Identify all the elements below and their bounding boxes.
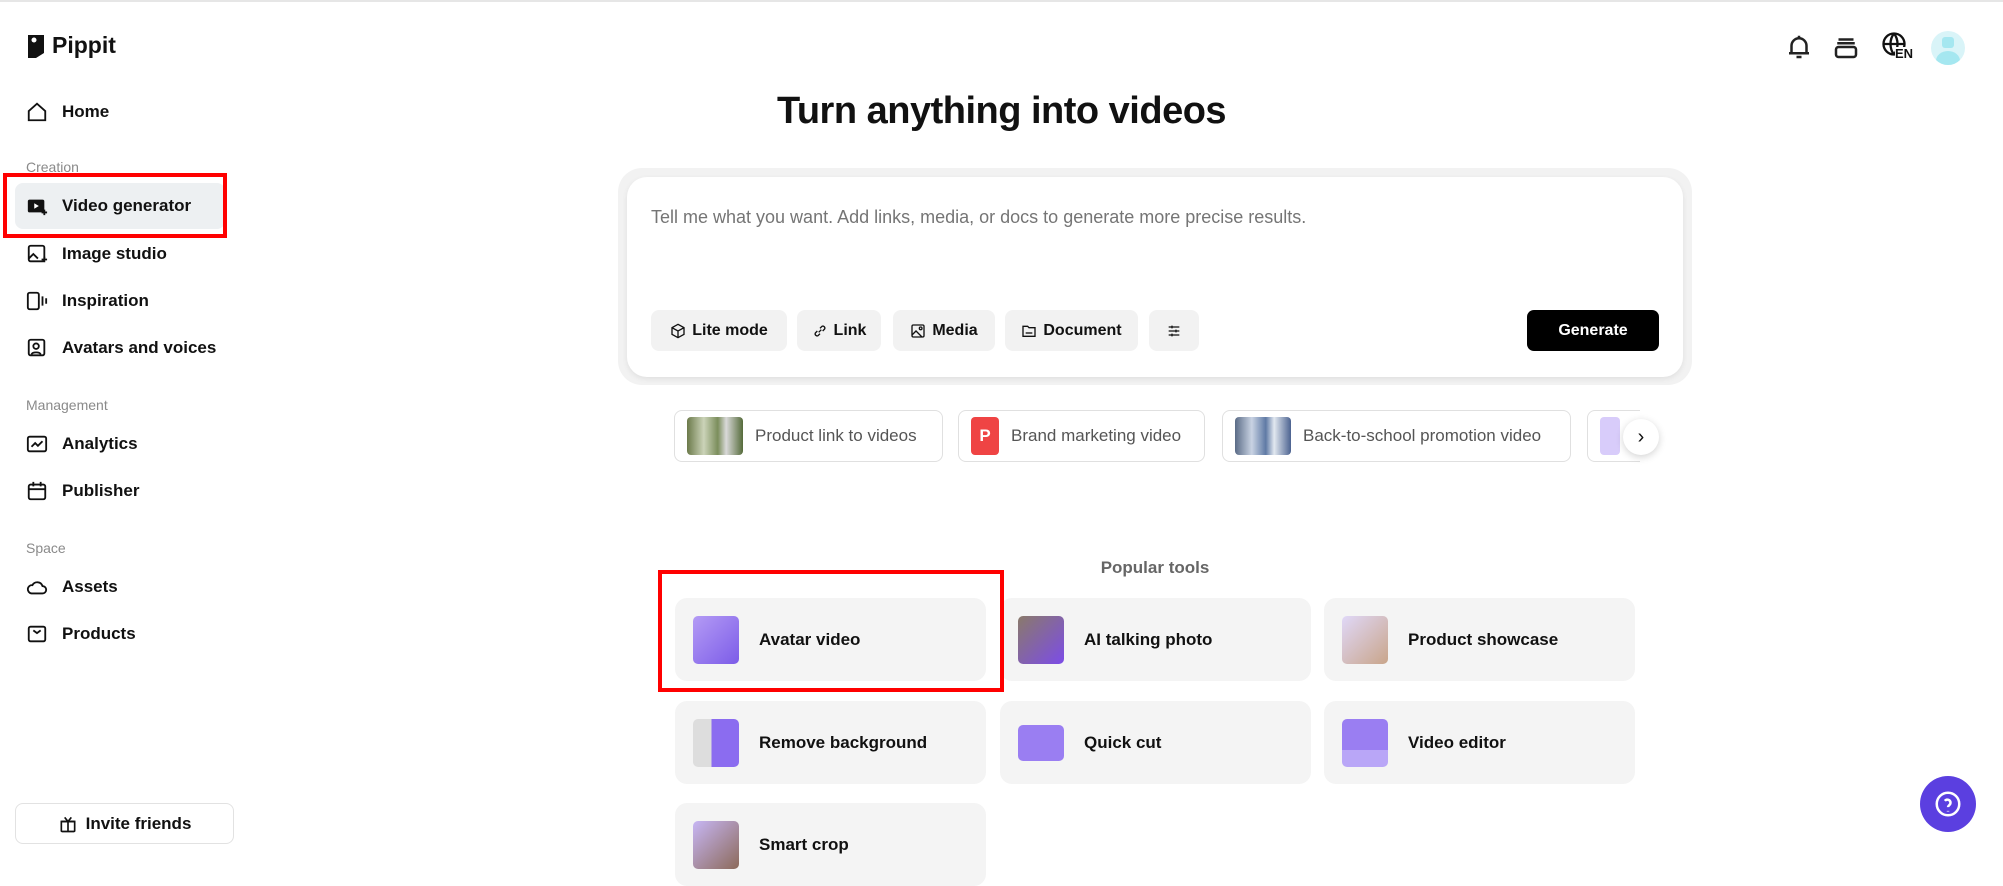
sidebar-item-label: Assets	[62, 577, 118, 596]
tool-remove-background[interactable]: Remove background	[675, 701, 986, 784]
image-studio-icon	[27, 244, 48, 263]
sidebar-item-products[interactable]: Products	[26, 619, 136, 649]
highlight-box	[658, 570, 1004, 692]
smart-crop-thumbnail	[693, 820, 739, 869]
folder-icon	[1022, 325, 1037, 337]
sidebar-item-inspiration[interactable]: Inspiration	[26, 286, 149, 316]
chips-next-button[interactable]: ›	[1623, 419, 1659, 455]
sidebar-item-label: Avatars and voices	[62, 338, 217, 357]
link-icon	[814, 324, 826, 337]
chevron-right-icon: ›	[1637, 425, 1645, 448]
calendar-icon	[27, 481, 47, 501]
document-button[interactable]: Document	[1005, 310, 1138, 351]
tool-label: Product showcase	[1408, 629, 1559, 649]
tool-label: Video editor	[1408, 732, 1506, 752]
sidebar-item-label: Image studio	[62, 244, 167, 263]
chip-thumbnail	[1235, 417, 1291, 455]
help-icon	[1935, 791, 1961, 817]
analytics-icon	[26, 435, 48, 453]
product-showcase-thumbnail	[1342, 615, 1388, 664]
language-code: EN	[1895, 46, 1914, 61]
lite-mode-button[interactable]: Lite mode	[651, 310, 787, 351]
chip-p-icon: P	[971, 417, 999, 455]
quick-cut-thumbnail	[1018, 724, 1064, 761]
generate-button[interactable]: Generate	[1527, 310, 1659, 351]
sidebar-item-label: Products	[62, 624, 136, 643]
button-label: Link	[833, 321, 867, 339]
image-icon	[911, 323, 925, 338]
media-button[interactable]: Media	[893, 310, 995, 351]
avatar-icon	[27, 338, 46, 357]
tool-quick-cut[interactable]: Quick cut	[1000, 701, 1311, 784]
sidebar-item-label: Analytics	[62, 434, 138, 453]
bell-icon[interactable]	[1784, 32, 1814, 62]
tool-label: Smart crop	[759, 834, 849, 854]
sidebar-item-image-studio[interactable]: Image studio	[26, 239, 167, 269]
chip-label: Brand marketing video	[1011, 426, 1182, 445]
wallet-icon[interactable]	[1831, 32, 1861, 62]
sidebar-item-label: Inspiration	[62, 291, 149, 310]
inspiration-icon	[26, 291, 48, 311]
pippit-logo[interactable]: Pippit	[26, 32, 116, 59]
chip-label: Product link to videos	[755, 426, 917, 445]
invite-friends-button[interactable]: Invite friends	[15, 803, 234, 844]
sidebar-item-publisher[interactable]: Publisher	[26, 476, 139, 506]
cloud-icon	[26, 581, 48, 595]
chip-label: Back-to-school promotion video	[1303, 426, 1542, 445]
section-space: Space	[26, 540, 66, 556]
button-label: Media	[932, 321, 978, 339]
settings-button[interactable]	[1149, 310, 1199, 351]
chip-product-link[interactable]: Product link to videos	[674, 410, 943, 462]
tool-label: Remove background	[759, 732, 928, 752]
tool-label: Quick cut	[1084, 732, 1162, 752]
page-title: Turn anything into videos	[776, 90, 1227, 132]
button-label: Lite mode	[692, 321, 768, 339]
prompt-input[interactable]	[651, 207, 1651, 228]
sidebar-item-analytics[interactable]: Analytics	[26, 429, 138, 459]
logo-icon	[28, 34, 44, 58]
chip-back-to-school[interactable]: Back-to-school promotion video	[1222, 410, 1571, 462]
suggestion-chips: Product link to videos P Brand marketing …	[674, 410, 1640, 464]
tool-product-showcase[interactable]: Product showcase	[1324, 598, 1635, 681]
help-button[interactable]	[1920, 776, 1976, 832]
invite-label: Invite friends	[85, 813, 192, 833]
user-avatar[interactable]	[1931, 31, 1965, 65]
sidebar-item-avatars-and-voices[interactable]: Avatars and voices	[26, 333, 216, 363]
highlight-box	[3, 173, 227, 238]
gift-icon	[60, 816, 76, 832]
box-icon	[27, 625, 47, 643]
talking-photo-thumbnail	[1018, 615, 1064, 664]
chip-thumbnail	[687, 417, 743, 455]
language-selector[interactable]: EN	[1880, 30, 1916, 66]
video-editor-thumbnail	[1342, 718, 1388, 767]
tool-video-editor[interactable]: Video editor	[1324, 701, 1635, 784]
sliders-icon	[1168, 325, 1180, 336]
chip-brand-marketing[interactable]: P Brand marketing video	[958, 410, 1205, 462]
tool-label: AI talking photo	[1084, 629, 1213, 649]
remove-background-thumbnail	[693, 718, 739, 767]
chip-thumbnail	[1600, 417, 1620, 455]
section-management: Management	[26, 397, 108, 413]
tool-smart-crop[interactable]: Smart crop	[675, 803, 986, 886]
logo-text: Pippit	[52, 32, 116, 58]
sidebar-item-label: Publisher	[62, 481, 140, 500]
button-label: Document	[1043, 321, 1122, 339]
tool-ai-talking-photo[interactable]: AI talking photo	[1000, 598, 1311, 681]
link-button[interactable]: Link	[797, 310, 881, 351]
cube-icon	[671, 323, 685, 338]
